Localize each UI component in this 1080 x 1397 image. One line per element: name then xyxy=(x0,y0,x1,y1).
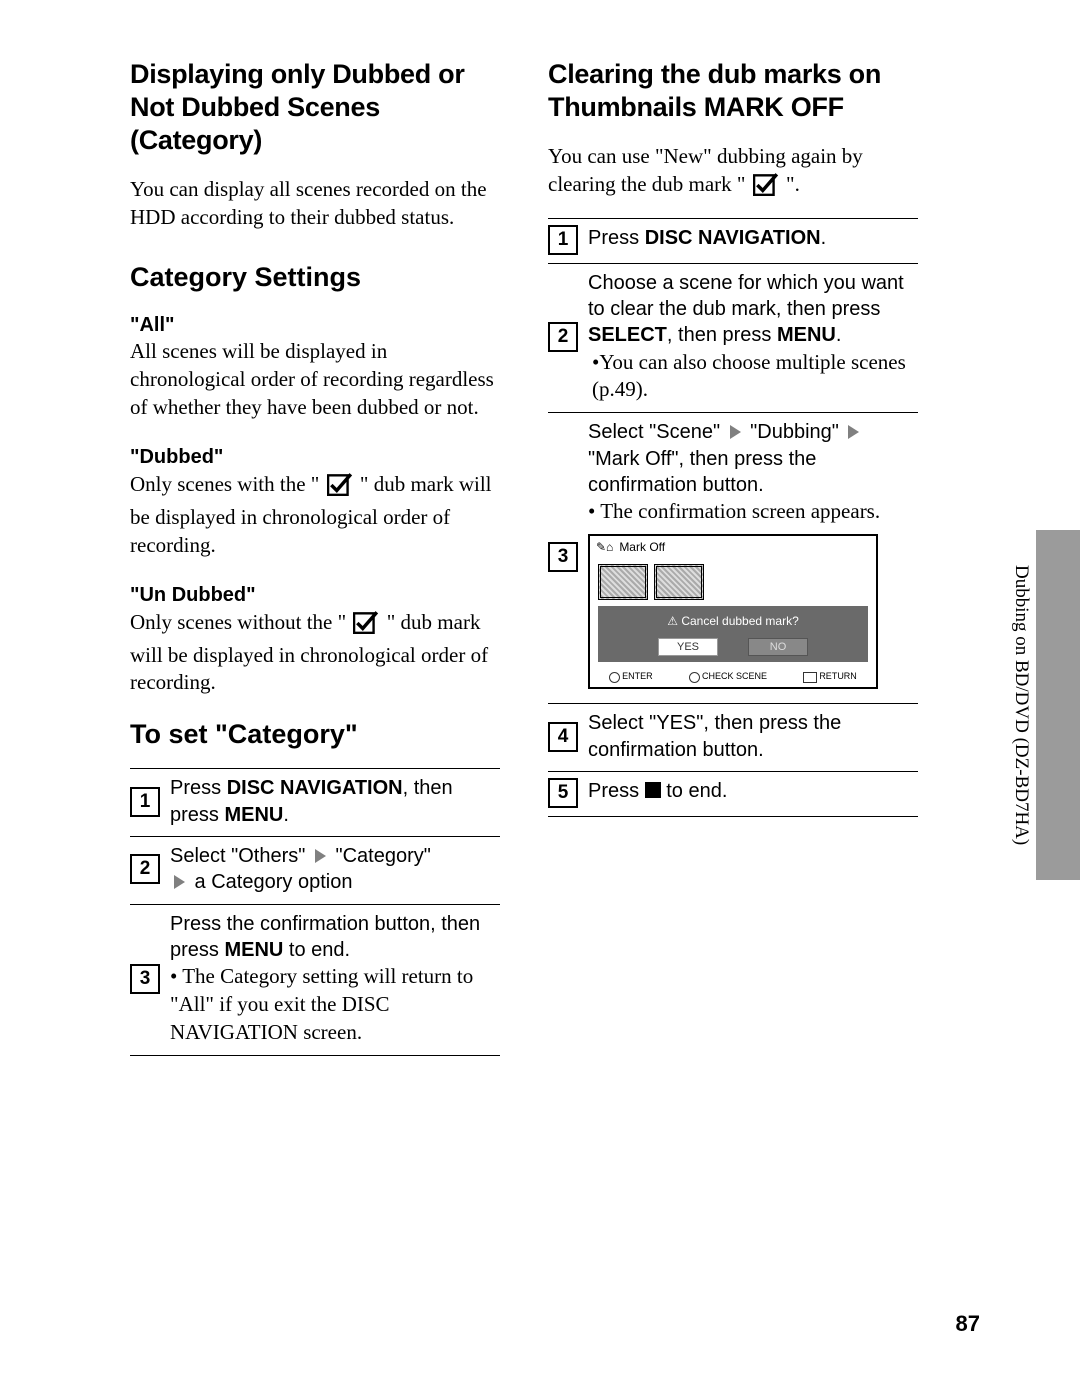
left-step-3: 3 Press the confirmation button, then pr… xyxy=(130,905,500,1056)
left-intro: You can display all scenes recorded on t… xyxy=(130,175,500,232)
step-number: 1 xyxy=(130,787,160,817)
heading-category-settings: Category Settings xyxy=(130,262,500,293)
stop-icon xyxy=(645,782,661,798)
dub-mark-icon xyxy=(327,472,353,504)
step-number: 3 xyxy=(548,542,578,572)
right-step-2: 2 Choose a scene for which you want to c… xyxy=(548,264,918,414)
thumbnail xyxy=(654,564,704,600)
arrow-right-icon xyxy=(315,849,326,863)
step-number: 3 xyxy=(130,964,160,994)
left-step-2: 2 Select "Others" "Category" a Category … xyxy=(130,837,500,905)
confirmation-screen-mock: ✎⌂ Mark Off ⚠ Cancel dubbed mark? YES NO xyxy=(588,534,878,689)
left-title: Displaying only Dubbed or Not Dubbed Sce… xyxy=(130,58,500,157)
step-note: You can also choose multiple scenes (p.4… xyxy=(592,350,906,402)
right-title: Clearing the dub marks on Thumbnails MAR… xyxy=(548,58,918,124)
yes-button[interactable]: YES xyxy=(658,638,718,657)
step-note: The Category setting will return to "All… xyxy=(170,963,500,1046)
step-number: 2 xyxy=(130,854,160,884)
step-number: 4 xyxy=(548,722,578,752)
cat-dubbed-pre: Only scenes with the " xyxy=(130,472,325,496)
heading-to-set-category: To set "Category" xyxy=(130,719,500,750)
dub-mark-icon xyxy=(353,610,379,642)
side-chapter-label: Dubbing on BD/DVD (DZ-BD7HA) xyxy=(1010,565,1032,845)
right-intro-b: ". xyxy=(786,172,800,196)
cat-undubbed-label: "Un Dubbed" xyxy=(130,584,256,606)
enter-icon xyxy=(609,672,620,683)
left-step-1: 1 Press DISC NAVIGATION, then press MENU… xyxy=(130,768,500,837)
chapter-tab xyxy=(1036,530,1080,880)
step-note: The confirmation screen appears. xyxy=(588,498,918,526)
right-step-5: 5 Press to end. xyxy=(548,772,918,817)
right-step-3: 3 Select "Scene" "Dubbing" "Mark Off", t… xyxy=(548,413,918,704)
step-number: 2 xyxy=(548,322,578,352)
step-number: 5 xyxy=(548,778,578,808)
right-step-4: 4 Select "YES", then press the confirmat… xyxy=(548,704,918,772)
no-button[interactable]: NO xyxy=(748,638,808,657)
arrow-right-icon xyxy=(730,425,741,439)
right-step-1: 1 Press DISC NAVIGATION. xyxy=(548,218,918,264)
cat-undubbed-pre: Only scenes without the " xyxy=(130,610,351,634)
camera-icon: ✎⌂ xyxy=(596,540,613,556)
thumbnail xyxy=(598,564,648,600)
page-number: 87 xyxy=(956,1311,980,1337)
cat-all-body: All scenes will be displayed in chronolo… xyxy=(130,339,494,418)
arrow-right-icon xyxy=(174,875,185,889)
screen-title: Mark Off xyxy=(619,540,665,556)
dub-mark-icon xyxy=(753,172,779,203)
dialog-message: Cancel dubbed mark? xyxy=(681,614,798,628)
return-icon xyxy=(803,672,817,683)
check-icon xyxy=(689,672,700,683)
right-intro-a: You can use "New" dubbing again by clear… xyxy=(548,144,863,196)
cat-all-label: "All" xyxy=(130,314,175,336)
cat-dubbed-label: "Dubbed" xyxy=(130,446,223,468)
step-number: 1 xyxy=(548,225,578,255)
arrow-right-icon xyxy=(848,425,859,439)
